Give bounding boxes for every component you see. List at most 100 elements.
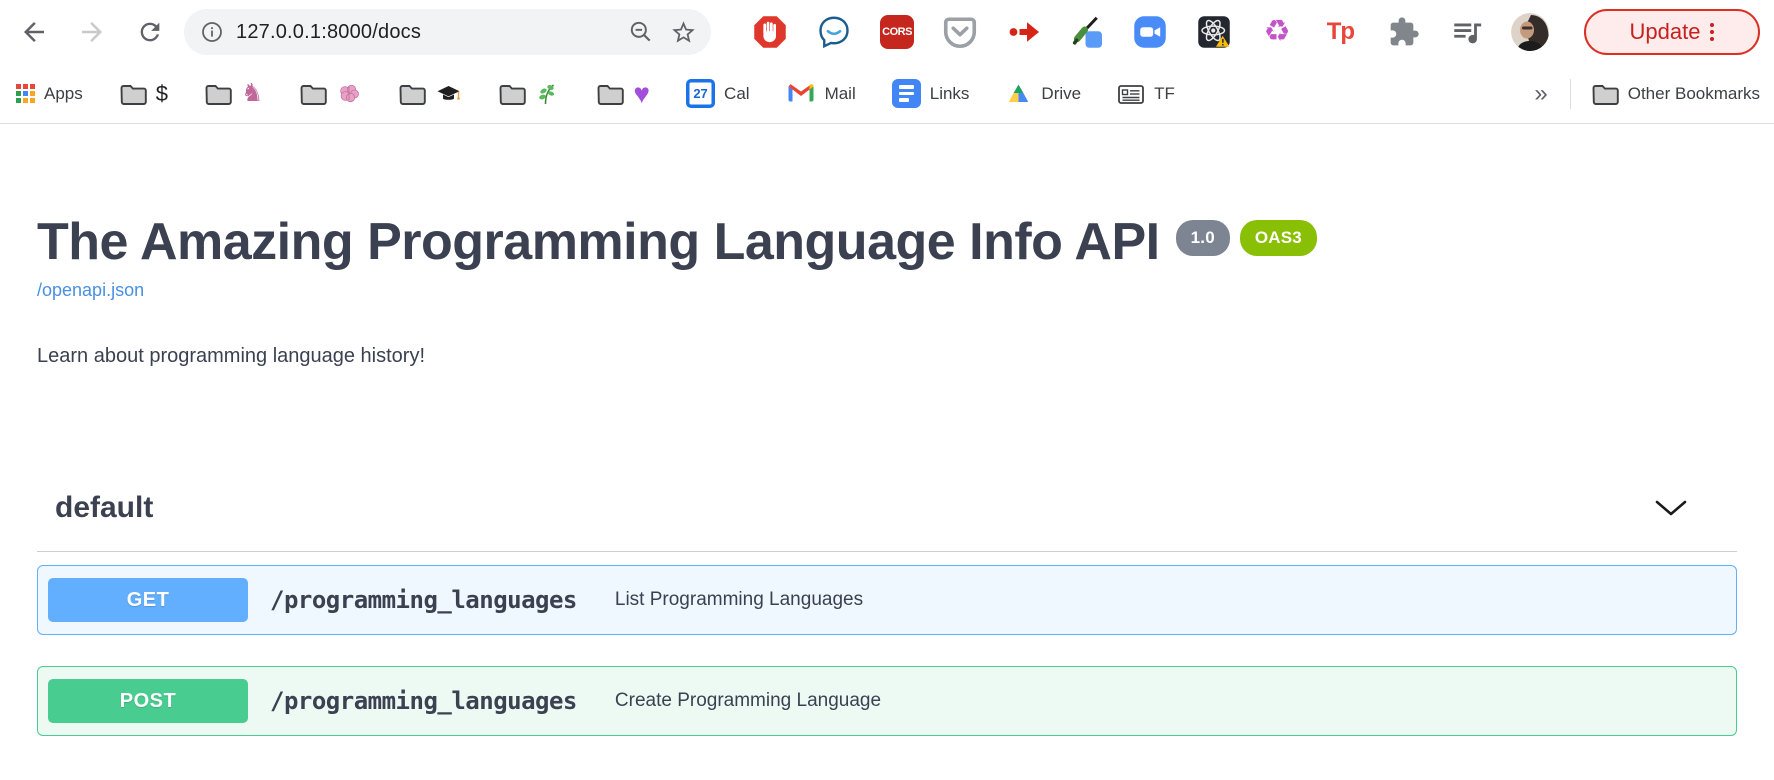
title-badges: 1.0 OAS3 — [1176, 220, 1317, 256]
bookmarks-right-group: » Other Bookmarks — [1534, 79, 1760, 109]
endpoint-path: /programming_languages — [270, 586, 577, 614]
forward-button[interactable] — [70, 10, 114, 54]
eyedropper-icon — [1069, 14, 1105, 50]
pocket-icon — [942, 14, 978, 50]
version-badge: 1.0 — [1176, 220, 1230, 256]
bookmarks-divider — [1570, 79, 1571, 109]
video-camera-icon — [1132, 14, 1168, 50]
bookmark-label: Apps — [44, 84, 83, 104]
method-badge-post: POST — [48, 679, 248, 723]
endpoint-summary: Create Programming Language — [615, 690, 881, 712]
tp-icon: Tp — [1327, 18, 1354, 46]
back-arrow-icon — [19, 17, 49, 47]
method-badge-get: GET — [48, 578, 248, 622]
tf-card-icon — [1117, 82, 1145, 106]
api-title-text: The Amazing Programming Language Info AP… — [37, 213, 1160, 271]
bookmark-folder-graduation[interactable] — [398, 82, 462, 106]
section-title: default — [37, 491, 153, 525]
endpoint-path: /programming_languages — [270, 687, 577, 715]
address-bar[interactable]: 127.0.0.1:8000/docs — [184, 9, 711, 55]
color-picker-extension[interactable] — [1067, 12, 1107, 52]
section-default-header[interactable]: default — [37, 464, 1737, 552]
folder-icon — [498, 82, 526, 106]
operation-get-programming-languages[interactable]: GET /programming_languages List Programm… — [37, 565, 1737, 635]
bookmark-folder-carousel[interactable]: ♞ — [204, 81, 263, 106]
omnibox-actions — [628, 19, 697, 46]
folder-icon — [204, 82, 232, 106]
apps-grid-icon — [16, 84, 35, 103]
bookmark-label: Cal — [724, 84, 750, 104]
bookmark-drive[interactable]: Drive — [1005, 82, 1081, 106]
chevron-down-icon[interactable] — [1653, 497, 1689, 519]
zoom-out-icon[interactable] — [628, 19, 654, 45]
react-atom-icon — [1196, 14, 1232, 50]
reload-icon — [136, 18, 164, 46]
bookmark-folder-herb[interactable] — [498, 82, 560, 106]
bookmark-label: Links — [930, 84, 970, 104]
bookmark-apps[interactable]: Apps — [16, 84, 83, 104]
folder-icon — [398, 82, 426, 106]
api-description: Learn about programming language history… — [37, 345, 1737, 368]
brain-icon — [336, 82, 362, 106]
bookmark-tf[interactable]: TF — [1117, 82, 1175, 106]
api-title: The Amazing Programming Language Info AP… — [37, 212, 1737, 272]
swagger-ui-page: The Amazing Programming Language Info AP… — [0, 124, 1774, 736]
bookmark-folder-brain[interactable] — [299, 82, 362, 106]
forward-arrow-icon — [77, 17, 107, 47]
extensions-menu[interactable] — [1384, 12, 1424, 52]
bookmark-label: Drive — [1041, 84, 1081, 104]
calendar-icon: 27 — [686, 79, 715, 108]
playlist-extension[interactable] — [1447, 12, 1487, 52]
recycle-icon: ♻ — [1264, 17, 1291, 47]
bookmark-folder-heart[interactable]: ♥ — [596, 80, 650, 108]
back-button[interactable] — [12, 10, 56, 54]
url-text[interactable]: 127.0.0.1:8000/docs — [236, 21, 628, 44]
bookmark-star-icon[interactable] — [670, 19, 697, 46]
tampermonkey-extension[interactable]: Tp — [1320, 12, 1360, 52]
bookmark-label: Other Bookmarks — [1628, 84, 1760, 104]
browser-toolbar: 127.0.0.1:8000/docs CORS — [0, 0, 1774, 64]
bookmark-label: Mail — [825, 84, 856, 104]
folder-icon — [299, 82, 327, 106]
block-hand-extension[interactable] — [750, 12, 790, 52]
oas3-badge: OAS3 — [1240, 220, 1317, 256]
browser-window: 127.0.0.1:8000/docs CORS — [0, 0, 1774, 780]
puzzle-piece-icon — [1388, 16, 1420, 48]
pocket-extension[interactable] — [940, 12, 980, 52]
update-button[interactable]: Update — [1584, 9, 1760, 55]
reload-button[interactable] — [128, 10, 172, 54]
stop-hand-icon — [752, 14, 788, 50]
chat-bubble-extension[interactable] — [814, 12, 854, 52]
bookmark-links[interactable]: Links — [892, 79, 970, 108]
chat-bubble-icon — [816, 14, 852, 50]
other-bookmarks-button[interactable]: Other Bookmarks — [1591, 82, 1760, 106]
bookmarks-overflow-button[interactable]: » — [1534, 80, 1547, 108]
nav-buttons — [8, 10, 172, 54]
site-info-icon[interactable] — [200, 20, 224, 44]
kebab-menu-icon — [1710, 23, 1714, 41]
cors-icon: CORS — [880, 15, 914, 49]
profile-avatar — [1511, 13, 1549, 51]
herb-icon — [535, 82, 560, 106]
drive-icon — [1005, 82, 1032, 106]
graduation-cap-icon — [435, 82, 462, 106]
profile-button[interactable] — [1510, 12, 1550, 52]
zoom-extension[interactable] — [1130, 12, 1170, 52]
purple-heart-icon: ♥ — [633, 80, 650, 108]
bookmark-mail[interactable]: Mail — [786, 82, 856, 106]
bookmark-folder-dollar[interactable]: $ — [119, 81, 168, 107]
extension-icons: CORS ♻ Tp — [727, 12, 1574, 52]
folder-icon — [1591, 82, 1619, 106]
cors-extension[interactable]: CORS — [877, 12, 917, 52]
redirect-extension[interactable] — [1004, 12, 1044, 52]
update-label: Update — [1630, 19, 1701, 45]
openapi-json-link[interactable]: /openapi.json — [37, 280, 144, 301]
bookmark-label: $ — [156, 81, 168, 107]
operation-post-programming-languages[interactable]: POST /programming_languages Create Progr… — [37, 666, 1737, 736]
folder-icon — [119, 82, 147, 106]
recycle-extension[interactable]: ♻ — [1257, 12, 1297, 52]
bookmark-calendar[interactable]: 27 Cal — [686, 79, 750, 108]
links-doc-icon — [892, 79, 921, 108]
react-devtools-extension[interactable] — [1194, 12, 1234, 52]
bookmarks-bar: Apps $ ♞ ♥ 27 Cal — [0, 64, 1774, 124]
